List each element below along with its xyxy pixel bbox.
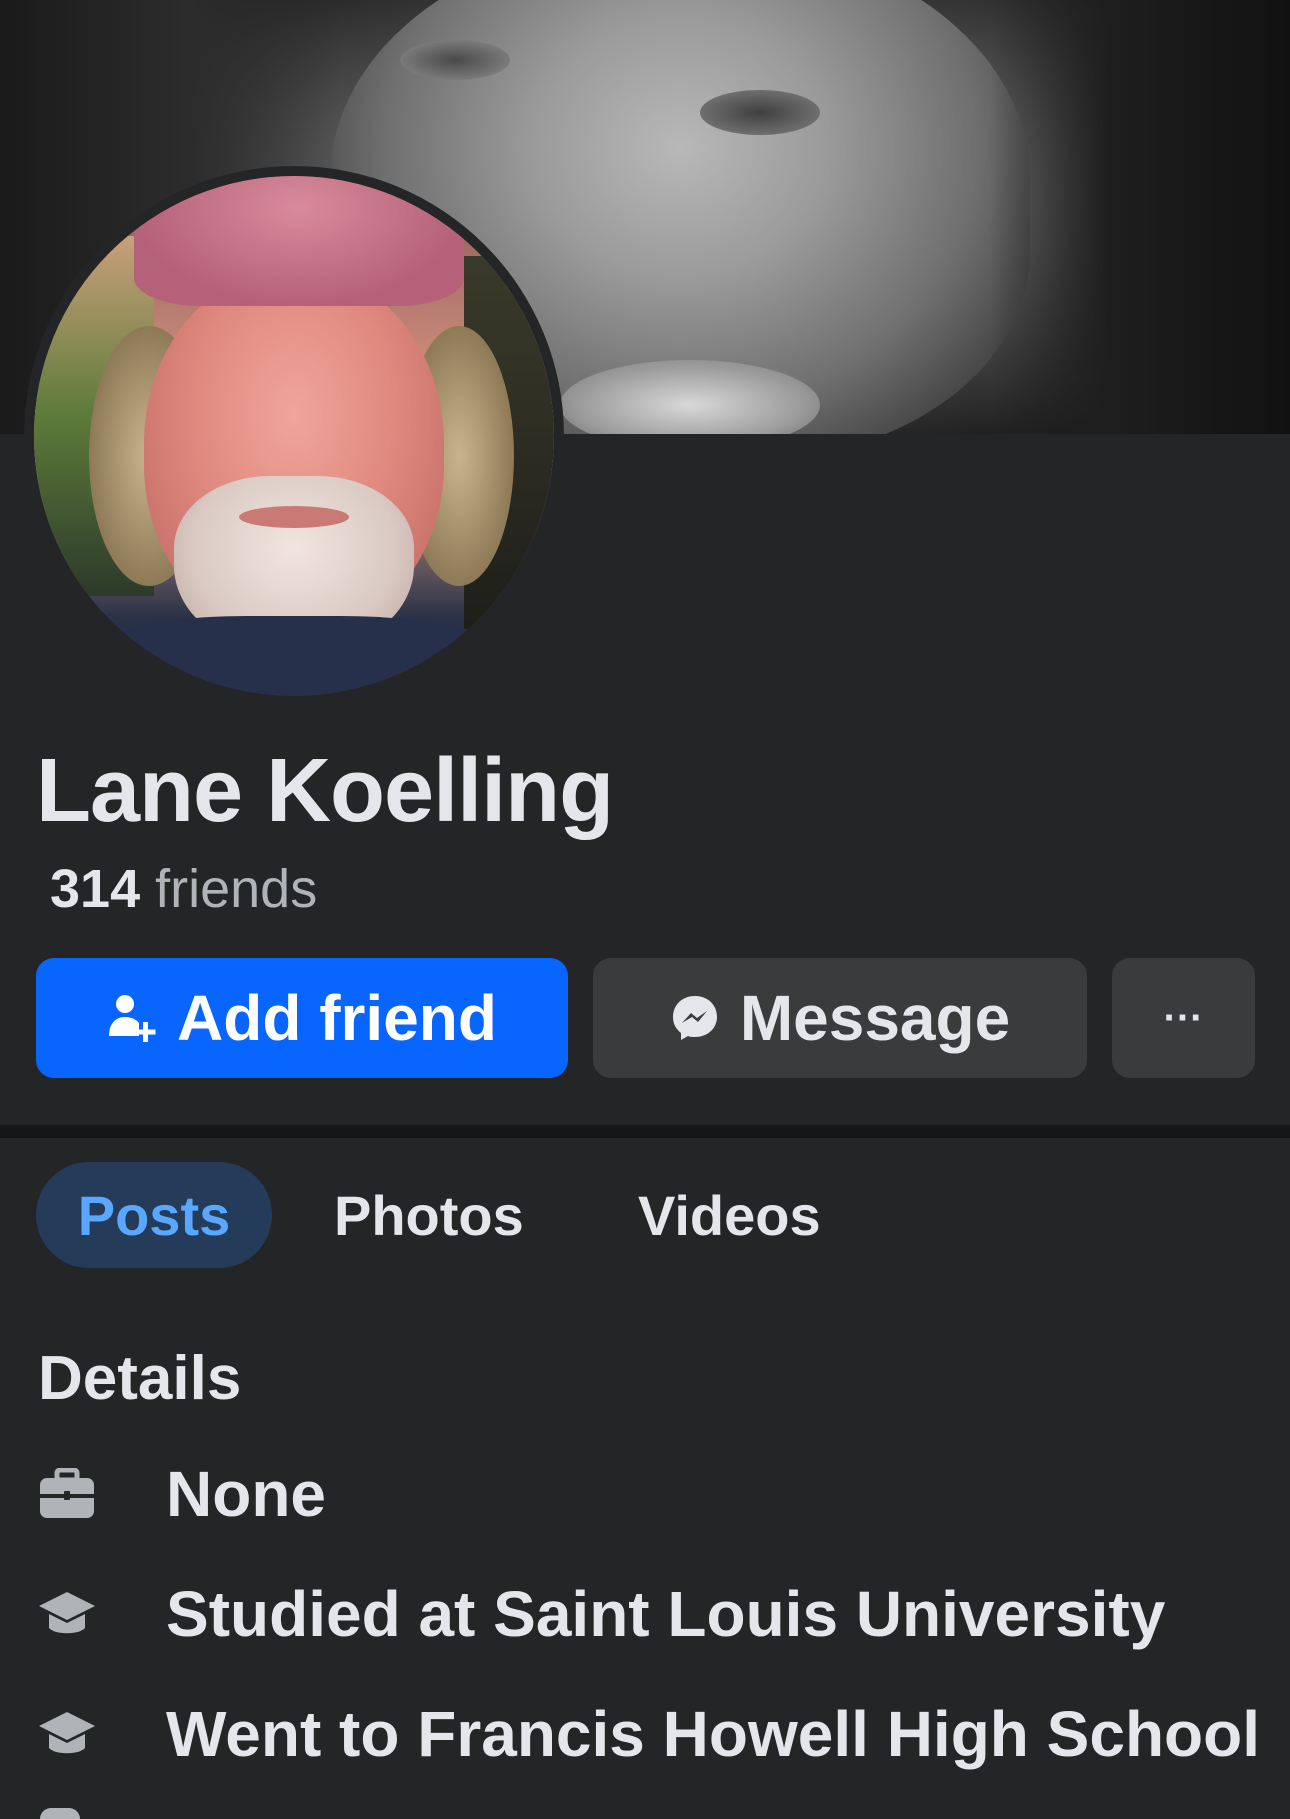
friends-count-label: friends — [155, 859, 318, 919]
friends-count-number: 314 — [50, 859, 141, 919]
section-divider — [0, 1125, 1290, 1138]
tab-photos[interactable]: Photos — [334, 1162, 524, 1268]
avatar-mouth — [239, 506, 349, 528]
tab-videos-label: Videos — [638, 1183, 821, 1247]
friends-count[interactable]: 314 friends — [50, 858, 317, 920]
details-heading: Details — [38, 1344, 242, 1413]
tab-videos[interactable]: Videos — [638, 1162, 821, 1268]
detail-work-text: None — [166, 1458, 326, 1530]
more-options-icon: ··· — [1163, 995, 1204, 1040]
cover-shade — [990, 0, 1290, 434]
graduation-cap-icon — [36, 1583, 98, 1645]
detail-item-college: Studied at Saint Louis University — [36, 1577, 1165, 1651]
tab-photos-label: Photos — [334, 1183, 524, 1247]
add-friend-icon — [107, 990, 157, 1046]
messenger-icon — [670, 993, 720, 1043]
cover-detail — [700, 90, 820, 135]
message-button[interactable]: Message — [593, 958, 1087, 1078]
avatar-shirt — [64, 616, 524, 696]
add-friend-label: Add friend — [177, 982, 497, 1054]
message-label: Message — [739, 982, 1011, 1054]
profile-picture[interactable] — [34, 176, 554, 696]
detail-college-text[interactable]: Studied at Saint Louis University — [166, 1577, 1165, 1651]
more-options-button[interactable]: ··· — [1112, 958, 1255, 1078]
detail-item-highschool: Went to Francis Howell High School — [36, 1697, 1260, 1771]
cover-detail — [400, 40, 510, 80]
avatar-cap — [134, 176, 464, 306]
add-friend-button[interactable]: Add friend — [36, 958, 568, 1078]
briefcase-icon — [36, 1463, 98, 1525]
next-detail-icon — [40, 1808, 80, 1819]
tab-posts-label: Posts — [77, 1183, 231, 1247]
detail-highschool-text[interactable]: Went to Francis Howell High School — [166, 1697, 1260, 1771]
tab-posts[interactable]: Posts — [36, 1162, 272, 1268]
profile-picture-frame[interactable] — [24, 166, 564, 706]
profile-name: Lane Koelling — [36, 741, 614, 841]
detail-item-work: None — [36, 1457, 326, 1531]
graduation-cap-icon — [36, 1703, 98, 1765]
